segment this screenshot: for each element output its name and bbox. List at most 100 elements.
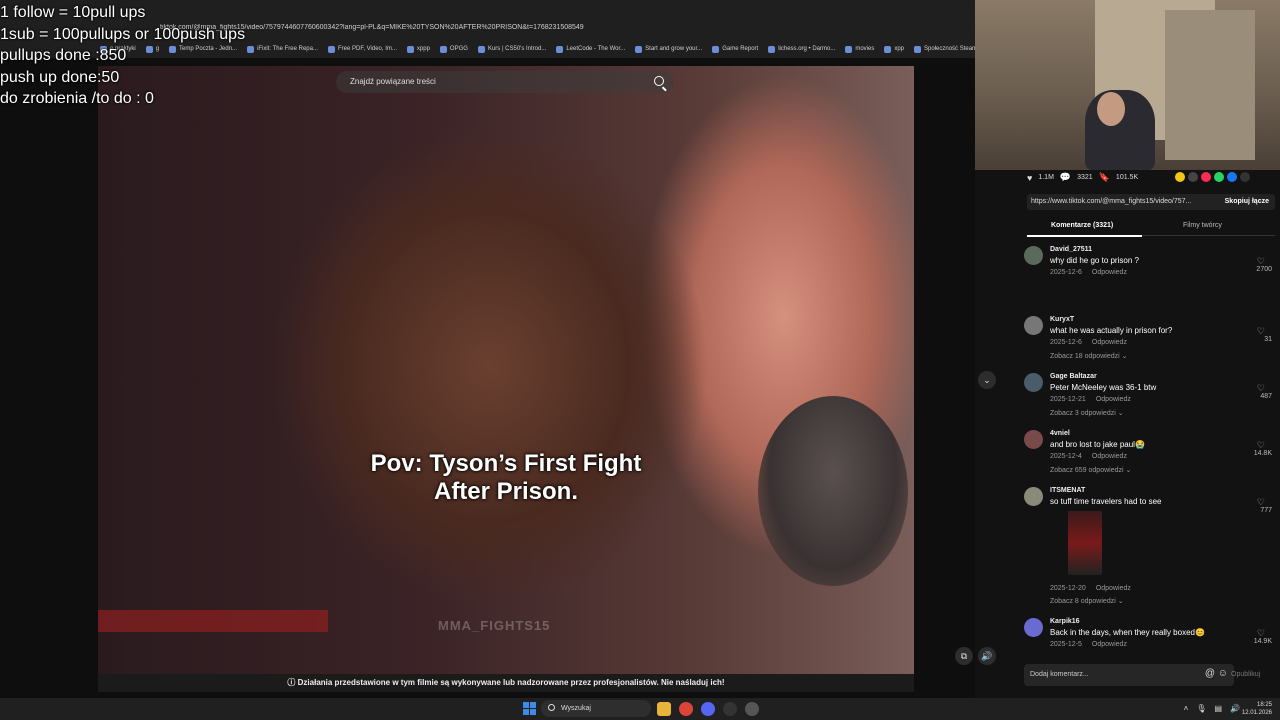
comment-like-count: 777 [1260, 507, 1272, 514]
bookmark-item[interactable]: xpp [884, 42, 904, 56]
pip-button[interactable]: ⧉ [955, 647, 973, 665]
system-tray[interactable]: ˄ 🎙 ▤ 🔊 [1184, 704, 1240, 713]
tab-creator-videos[interactable]: Filmy twórcy [1183, 222, 1222, 229]
file-explorer-icon[interactable] [657, 702, 671, 716]
comment-author[interactable]: ITSMENAT [1050, 487, 1085, 494]
embed-icon[interactable] [1175, 172, 1185, 182]
comment-text: what he was actually in prison for? [1050, 326, 1173, 335]
comment-like-count: 14.9K [1253, 638, 1272, 645]
reply-button[interactable]: Odpowiedz [1096, 585, 1131, 592]
avatar[interactable] [1024, 373, 1043, 392]
clock-date: 12.01.2026 [1241, 710, 1272, 716]
bookmark-item[interactable]: OPGG [439, 42, 468, 56]
address-bar[interactable]: tiktok.com/@mma_fights15/video/757974460… [160, 24, 760, 38]
share-arrow-icon[interactable] [1240, 172, 1250, 182]
windows-start-icon[interactable] [523, 702, 536, 715]
volume-button[interactable]: 🔊 [978, 647, 996, 665]
discord-icon[interactable] [701, 702, 715, 716]
related-search-input[interactable]: Znajdź powiązane treści [336, 71, 674, 93]
obs-icon[interactable] [723, 702, 737, 716]
bookmark-item[interactable]: LeetCode - The Wor... [556, 42, 625, 56]
bookmark-item[interactable]: Społeczność Steam... [914, 42, 975, 56]
heart-icon[interactable]: ♥ [1027, 173, 1032, 183]
video-player[interactable]: Pov: Tyson’s First Fight After Prison. M… [98, 66, 914, 692]
view-replies-button[interactable]: Zobacz 18 odpowiedzi ⌄ [1050, 352, 1127, 360]
mic-icon[interactable]: 🎙 [1196, 704, 1206, 713]
search-icon [548, 704, 555, 711]
post-button[interactable]: Opublikuj [1231, 671, 1260, 678]
comment-meta: 2025-12-6 Odpowiedz [1050, 269, 1127, 276]
avatar[interactable] [1024, 246, 1043, 265]
view-replies-button[interactable]: Zobacz 3 odpowiedzi ⌄ [1050, 409, 1124, 417]
add-comment-input[interactable]: Dodaj komentarz... @ ☺ [1024, 664, 1234, 686]
tab-comments[interactable]: Komentarze (3321) [1026, 222, 1143, 237]
network-icon[interactable]: ▤ [1214, 704, 1222, 713]
view-replies-button[interactable]: Zobacz 659 odpowiedzi ⌄ [1050, 466, 1131, 474]
code-icon[interactable] [1188, 172, 1198, 182]
chrome-icon[interactable] [679, 702, 693, 716]
bookmark-item[interactable]: Game Report [712, 42, 758, 56]
reply-button[interactable]: Odpowiedz [1096, 396, 1131, 403]
saves-count: 101.5K [1115, 174, 1139, 181]
avatar[interactable] [1024, 316, 1043, 335]
cam-person-head [1097, 92, 1125, 126]
safety-disclaimer: ⓘ Działania przedstawione w tym filmie s… [98, 674, 914, 692]
add-comment-placeholder: Dodaj komentarz... [1030, 671, 1089, 678]
comment-text: Back in the days, when they really boxed… [1050, 628, 1205, 637]
bookmark-item[interactable]: movies [845, 42, 874, 56]
reply-button[interactable]: Odpowiedz [1092, 453, 1127, 460]
comment-author[interactable]: Gage Baltazar [1050, 373, 1097, 380]
bookmark-label: Start and grow your... [645, 46, 703, 52]
view-replies-button[interactable]: Zobacz 8 odpowiedzi ⌄ [1050, 597, 1124, 605]
whatsapp-icon[interactable] [1214, 172, 1224, 182]
likes-count: 1.1M [1038, 174, 1054, 181]
bookmark-icon[interactable]: 🔖 [1099, 172, 1110, 183]
reply-button[interactable]: Odpowiedz [1092, 339, 1127, 346]
bookmark-item[interactable]: xppp [406, 42, 430, 56]
comment-like-count: 2700 [1256, 266, 1272, 273]
avatar[interactable] [1024, 430, 1043, 449]
bookmark-icon [247, 45, 255, 53]
scroll-down-button[interactable]: ⌄ [978, 371, 996, 389]
bookmark-icon [768, 45, 776, 53]
avatar[interactable] [1024, 487, 1043, 506]
comment-icon[interactable]: 💬 [1060, 172, 1071, 183]
bookmark-item[interactable]: iFixit: The Free Repa... [247, 42, 318, 56]
send-icon[interactable] [1201, 172, 1211, 182]
overlay-line: do zrobienia /to do : 0 [0, 90, 154, 107]
copy-link-button[interactable]: Skopiuj łącze [1225, 194, 1269, 210]
comment-author[interactable]: Karpik16 [1050, 618, 1080, 625]
comment-author[interactable]: David_27511 [1050, 246, 1092, 253]
bookmark-label: lichess.org • Darmo... [778, 46, 836, 52]
comment-author[interactable]: KuryxT [1050, 316, 1074, 323]
mention-emoji-icons[interactable]: @ ☺ [1205, 668, 1228, 679]
comment-text: so tuff time travelers had to see [1050, 497, 1162, 506]
video-link-field[interactable]: https://www.tiktok.com/@mma_fights15/vid… [1027, 194, 1275, 210]
comment-tabs: Komentarze (3321) Filmy twórcy [1026, 218, 1275, 237]
clock[interactable]: 18:25 12.01.2026 [1242, 701, 1272, 717]
comments-count: 3321 [1077, 174, 1093, 181]
facebook-icon[interactable] [1227, 172, 1237, 182]
bookmark-label: iFixit: The Free Repa... [257, 46, 318, 52]
avatar[interactable] [1024, 618, 1043, 637]
comment-image[interactable] [1068, 511, 1102, 575]
bookmark-item[interactable]: lichess.org • Darmo... [768, 42, 835, 56]
comments-panel: ♥ 1.1M 💬 3321 🔖 101.5K https://www.tiktok.c… [1015, 170, 1280, 698]
bookmark-item[interactable]: Kurs | CS50's Introd... [477, 42, 546, 56]
steam-icon[interactable] [745, 702, 759, 716]
comment-author[interactable]: 4vniel [1050, 430, 1070, 437]
overlay-line: pullups done :850 [0, 47, 127, 64]
bookmark-item[interactable]: Start and grow your... [635, 42, 702, 56]
taskbar-search[interactable]: Wyszukaj [541, 700, 651, 717]
reply-button[interactable]: Odpowiedz [1092, 269, 1127, 276]
comment-meta: 2025-12-6 Odpowiedz [1050, 339, 1127, 346]
search-icon[interactable] [654, 76, 664, 86]
taskbar-search-label: Wyszukaj [561, 705, 591, 712]
share-icons [1175, 172, 1250, 182]
volume-icon[interactable]: 🔊 [1230, 704, 1240, 713]
comment-like-count: 487 [1260, 393, 1272, 400]
view-replies-label: Zobacz 8 odpowiedzi [1050, 598, 1116, 605]
chevron-up-icon[interactable]: ˄ [1184, 704, 1189, 713]
reply-button[interactable]: Odpowiedz [1092, 641, 1127, 648]
bookmark-item[interactable]: Free PDF, Video, Im... [327, 42, 397, 56]
